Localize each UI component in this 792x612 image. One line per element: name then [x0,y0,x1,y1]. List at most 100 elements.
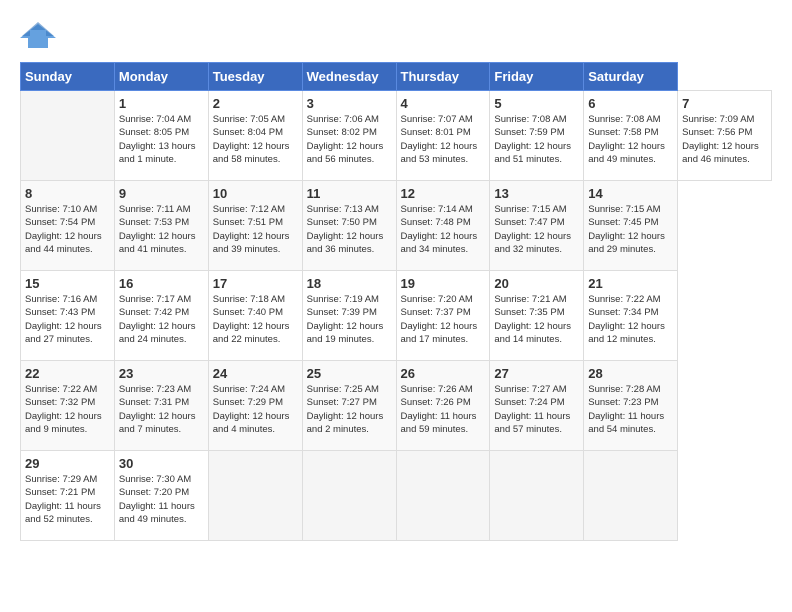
calendar-cell: 2Sunrise: 7:05 AMSunset: 8:04 PMDaylight… [208,91,302,181]
calendar-cell [584,451,678,541]
day-info: Sunrise: 7:30 AMSunset: 7:20 PMDaylight:… [119,473,204,526]
calendar-cell: 10 Sunrise: 7:12 AMSunset: 7:51 PMDayligh… [208,181,302,271]
day-info: Sunrise: 7:08 AMSunset: 7:59 PMDaylight:… [494,113,579,166]
calendar-cell: 24 Sunrise: 7:24 AMSunset: 7:29 PMDayligh… [208,361,302,451]
calendar-week-5: 29 Sunrise: 7:29 AMSunset: 7:21 PMDayligh… [21,451,772,541]
calendar-cell: 27 Sunrise: 7:27 AMSunset: 7:24 PMDayligh… [490,361,584,451]
day-info: Sunrise: 7:13 AMSunset: 7:50 PMDaylight:… [307,203,392,256]
calendar-cell: 6 Sunrise: 7:08 AMSunset: 7:58 PMDaylight… [584,91,678,181]
calendar-cell: 28 Sunrise: 7:28 AMSunset: 7:23 PMDayligh… [584,361,678,451]
day-info: Sunrise: 7:26 AMSunset: 7:26 PMDaylight:… [401,383,486,436]
day-info: Sunrise: 7:19 AMSunset: 7:39 PMDaylight:… [307,293,392,346]
day-info: Sunrise: 7:27 AMSunset: 7:24 PMDaylight:… [494,383,579,436]
day-info: Sunrise: 7:23 AMSunset: 7:31 PMDaylight:… [119,383,204,436]
day-info: Sunrise: 7:11 AMSunset: 7:53 PMDaylight:… [119,203,204,256]
day-number: 7 [682,96,767,111]
calendar-cell: 30 Sunrise: 7:30 AMSunset: 7:20 PMDayligh… [114,451,208,541]
calendar-cell: 4 Sunrise: 7:07 AMSunset: 8:01 PMDaylight… [396,91,490,181]
day-number: 23 [119,366,204,381]
day-info: Sunrise: 7:04 AMSunset: 8:05 PMDaylight:… [119,113,204,166]
day-number: 16 [119,276,204,291]
day-info: Sunrise: 7:09 AMSunset: 7:56 PMDaylight:… [682,113,767,166]
day-info: Sunrise: 7:28 AMSunset: 7:23 PMDaylight:… [588,383,673,436]
day-number: 21 [588,276,673,291]
day-number: 11 [307,186,392,201]
calendar-cell: 17Sunrise: 7:18 AMSunset: 7:40 PMDayligh… [208,271,302,361]
calendar-cell: 20Sunrise: 7:21 AMSunset: 7:35 PMDayligh… [490,271,584,361]
day-info: Sunrise: 7:12 AMSunset: 7:51 PMDaylight:… [213,203,298,256]
day-info: Sunrise: 7:14 AMSunset: 7:48 PMDaylight:… [401,203,486,256]
calendar-cell: 7 Sunrise: 7:09 AMSunset: 7:56 PMDaylight… [678,91,772,181]
day-number: 1 [119,96,204,111]
day-info: Sunrise: 7:08 AMSunset: 7:58 PMDaylight:… [588,113,673,166]
page-header [20,20,772,52]
calendar-week-3: 15Sunrise: 7:16 AMSunset: 7:43 PMDayligh… [21,271,772,361]
calendar-cell [396,451,490,541]
calendar-cell: 25Sunrise: 7:25 AMSunset: 7:27 PMDayligh… [302,361,396,451]
day-info: Sunrise: 7:21 AMSunset: 7:35 PMDaylight:… [494,293,579,346]
day-number: 29 [25,456,110,471]
calendar-cell: 5 Sunrise: 7:08 AMSunset: 7:59 PMDaylight… [490,91,584,181]
calendar-week-2: 8 Sunrise: 7:10 AMSunset: 7:54 PMDaylight… [21,181,772,271]
calendar-cell: 1 Sunrise: 7:04 AMSunset: 8:05 PMDaylight… [114,91,208,181]
calendar-cell [302,451,396,541]
weekday-header-monday: Monday [114,63,208,91]
day-number: 28 [588,366,673,381]
calendar-cell: 26 Sunrise: 7:26 AMSunset: 7:26 PMDayligh… [396,361,490,451]
day-number: 25 [307,366,392,381]
day-number: 8 [25,186,110,201]
weekday-header-friday: Friday [490,63,584,91]
day-info: Sunrise: 7:18 AMSunset: 7:40 PMDaylight:… [213,293,298,346]
day-number: 27 [494,366,579,381]
calendar-cell [21,91,115,181]
calendar-cell: 11 Sunrise: 7:13 AMSunset: 7:50 PMDayligh… [302,181,396,271]
calendar-cell [490,451,584,541]
day-number: 30 [119,456,204,471]
day-number: 13 [494,186,579,201]
weekday-header-tuesday: Tuesday [208,63,302,91]
weekday-header-saturday: Saturday [584,63,678,91]
calendar-cell: 29 Sunrise: 7:29 AMSunset: 7:21 PMDayligh… [21,451,115,541]
day-info: Sunrise: 7:24 AMSunset: 7:29 PMDaylight:… [213,383,298,436]
day-number: 10 [213,186,298,201]
calendar-week-4: 22 Sunrise: 7:22 AMSunset: 7:32 PMDayligh… [21,361,772,451]
calendar-cell: 3 Sunrise: 7:06 AMSunset: 8:02 PMDaylight… [302,91,396,181]
day-info: Sunrise: 7:29 AMSunset: 7:21 PMDaylight:… [25,473,110,526]
calendar-cell: 22 Sunrise: 7:22 AMSunset: 7:32 PMDayligh… [21,361,115,451]
calendar-table: SundayMondayTuesdayWednesdayThursdayFrid… [20,62,772,541]
day-info: Sunrise: 7:20 AMSunset: 7:37 PMDaylight:… [401,293,486,346]
calendar-cell: 8 Sunrise: 7:10 AMSunset: 7:54 PMDaylight… [21,181,115,271]
day-number: 19 [401,276,486,291]
calendar-cell: 23 Sunrise: 7:23 AMSunset: 7:31 PMDayligh… [114,361,208,451]
calendar-cell: 19 Sunrise: 7:20 AMSunset: 7:37 PMDayligh… [396,271,490,361]
day-number: 26 [401,366,486,381]
calendar-week-1: 1 Sunrise: 7:04 AMSunset: 8:05 PMDaylight… [21,91,772,181]
day-info: Sunrise: 7:22 AMSunset: 7:34 PMDaylight:… [588,293,673,346]
weekday-header-sunday: Sunday [21,63,115,91]
weekday-header-wednesday: Wednesday [302,63,396,91]
day-info: Sunrise: 7:16 AMSunset: 7:43 PMDaylight:… [25,293,110,346]
logo [20,20,60,52]
day-number: 4 [401,96,486,111]
day-number: 22 [25,366,110,381]
weekday-header-thursday: Thursday [396,63,490,91]
day-info: Sunrise: 7:15 AMSunset: 7:47 PMDaylight:… [494,203,579,256]
day-info: Sunrise: 7:05 AMSunset: 8:04 PMDaylight:… [213,113,298,166]
day-info: Sunrise: 7:15 AMSunset: 7:45 PMDaylight:… [588,203,673,256]
day-info: Sunrise: 7:10 AMSunset: 7:54 PMDaylight:… [25,203,110,256]
day-number: 9 [119,186,204,201]
calendar-cell: 21 Sunrise: 7:22 AMSunset: 7:34 PMDayligh… [584,271,678,361]
calendar-cell: 12 Sunrise: 7:14 AMSunset: 7:48 PMDayligh… [396,181,490,271]
calendar-cell: 15Sunrise: 7:16 AMSunset: 7:43 PMDayligh… [21,271,115,361]
day-info: Sunrise: 7:07 AMSunset: 8:01 PMDaylight:… [401,113,486,166]
calendar-cell: 13 Sunrise: 7:15 AMSunset: 7:47 PMDayligh… [490,181,584,271]
day-number: 5 [494,96,579,111]
day-number: 6 [588,96,673,111]
day-info: Sunrise: 7:22 AMSunset: 7:32 PMDaylight:… [25,383,110,436]
day-number: 24 [213,366,298,381]
day-number: 12 [401,186,486,201]
day-number: 14 [588,186,673,201]
day-number: 18 [307,276,392,291]
day-info: Sunrise: 7:06 AMSunset: 8:02 PMDaylight:… [307,113,392,166]
day-number: 3 [307,96,392,111]
